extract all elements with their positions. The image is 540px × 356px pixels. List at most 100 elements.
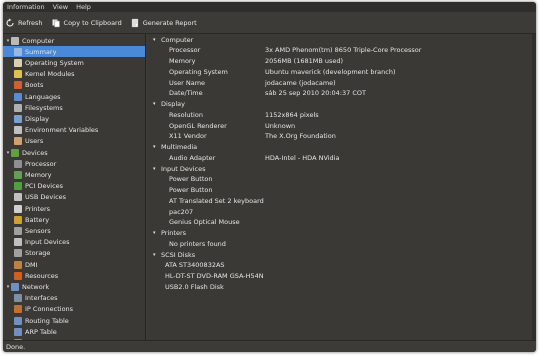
sidebar-item-usb-devices[interactable]: USB Devices [3,192,145,203]
sidebar-item-network[interactable]: ▾ Network [3,281,145,292]
sidebar-item-label: Input Devices [25,238,70,247]
sidebar-item-label: Computer [22,36,55,45]
sidebar-item-memory[interactable]: Memory [3,169,145,180]
menu-bar: Information View Help [3,2,536,12]
sidebar-item-filesystems[interactable]: Filesystems [3,102,145,113]
sidebar-item-languages[interactable]: Languages [3,91,145,102]
refresh-label: Refresh [18,18,43,27]
os-icon [14,58,22,67]
status-text: Done. [6,342,26,351]
filesystems-icon [14,103,22,112]
computer-icon [11,36,19,45]
section-expander-icon[interactable]: ▾ [153,37,156,43]
detail-item: pac207 [148,206,536,217]
detail-item: ATA ST3400832AS [148,260,536,271]
arp-table-icon [14,327,22,336]
detail-value: HDA-Intel - HDA NVidia [265,153,340,162]
section-title: SCSI Disks [161,250,196,259]
detail-value: Unknown [265,121,296,130]
sidebar-item-label: Sensors [25,226,51,235]
sidebar-item-input-devices[interactable]: Input Devices [3,237,145,248]
detail-item: AT Translated Set 2 keyboard [148,195,536,206]
sidebar-item-interfaces[interactable]: Interfaces [3,293,145,304]
detail-key: X11 Vendor [169,132,207,141]
sidebar-tree[interactable]: ▾ Computer Summary Operating System Kernel M… [3,34,146,341]
sidebar-item-summary[interactable]: Summary [3,46,145,58]
details-panel[interactable]: ▾ Computer Processor 3x AMD Phenom(tm) 8650… [148,34,536,341]
section-expander-icon[interactable]: ▾ [153,166,156,172]
detail-key: USB2.0 Flash Disk [165,282,224,291]
sidebar-item-dmi[interactable]: DMI [3,259,145,270]
sidebar-item-storage[interactable]: Storage [3,248,145,259]
ip-connections-icon [14,305,22,314]
sidebar-item-routing-table[interactable]: Routing Table [3,315,145,326]
generate-report-button[interactable]: Generate Report [130,18,197,28]
detail-value: Ubuntu maverick (development branch) [265,67,396,76]
users-icon [14,137,22,146]
kernel-icon [14,70,22,79]
section-header: ▾ Display [148,99,536,110]
detail-value: The X.Org Foundation [265,132,336,141]
detail-key: Resolution [169,110,203,119]
detail-row: Audio Adapter HDA-Intel - HDA NVidia [148,152,536,163]
sidebar-item-label: Memory [25,170,52,179]
detail-row: Memory 2056MB (1681MB used) [148,56,536,67]
sidebar-item-users[interactable]: Users [3,136,145,147]
summary-icon [14,47,22,56]
sidebar-item-label: Operating System [25,58,84,67]
sidebar-item-label: Languages [25,92,61,101]
menu-help[interactable]: Help [72,2,95,12]
sidebar-item-battery[interactable]: Battery [3,214,145,225]
detail-value: 3x AMD Phenom(tm) 8650 Triple-Core Proce… [265,46,422,55]
sidebar-item-operating-system[interactable]: Operating System [3,57,145,68]
interfaces-icon [14,294,22,303]
sidebar-item-label: ARP Table [25,327,57,336]
section-expander-icon[interactable]: ▾ [153,252,156,258]
languages-icon [14,92,22,101]
sidebar-item-environment-variables[interactable]: Environment Variables [3,125,145,136]
resources-icon [14,271,22,280]
detail-value: jodacame (jodacame) [265,78,336,87]
sidebar-item-display[interactable]: Display [3,113,145,124]
detail-key: Power Button [169,186,213,194]
detail-row: OpenGL Renderer Unknown [148,120,536,131]
detail-row: Date/Time sáb 25 sep 2010 20:04:37 COT [148,88,536,99]
sidebar-item-kernel-modules[interactable]: Kernel Modules [3,69,145,80]
sidebar-item-ip-connections[interactable]: IP Connections [3,304,145,315]
detail-item: Genius Optical Mouse [148,217,536,228]
sidebar-item-label: PCI Devices [25,182,64,191]
sidebar-item-computer[interactable]: ▾ Computer [3,35,145,46]
copy-to-clipboard-button[interactable]: Copy to Clipboard [51,18,122,28]
usb-icon [14,193,22,202]
section-expander-icon[interactable]: ▾ [153,101,156,107]
detail-key: Processor [169,46,201,55]
menu-view[interactable]: View [49,2,72,12]
status-bar: Done. [3,340,536,352]
report-label: Generate Report [142,18,197,27]
sidebar-item-pci-devices[interactable]: PCI Devices [3,181,145,192]
refresh-button[interactable]: Refresh [5,18,43,28]
detail-row: Operating System Ubuntu maverick (develop… [148,66,536,77]
sidebar-item-resources[interactable]: Resources [3,270,145,281]
section-expander-icon[interactable]: ▾ [153,230,156,236]
section-header: ▾ Computer [148,34,536,45]
section-title: Display [161,100,185,108]
sidebar-item-arp-table[interactable]: ARP Table [3,326,145,337]
sensors-icon [14,226,22,235]
toolbar: Refresh Copy to Clipboard Generate Repor… [3,12,536,34]
sidebar-item-devices[interactable]: ▾ Devices [3,147,145,158]
detail-key: HL-DT-ST DVD-RAM GSA-H54N [165,272,264,280]
report-icon [130,18,140,28]
detail-row: X11 Vendor The X.Org Foundation [148,131,536,142]
sidebar-item-sensors[interactable]: Sensors [3,225,145,236]
detail-key: pac207 [169,207,194,216]
sidebar-item-processor[interactable]: Processor [3,158,145,169]
sidebar-item-label: DMI [25,260,38,269]
section-expander-icon[interactable]: ▾ [153,144,156,150]
input-devices-icon [14,238,22,247]
menu-information[interactable]: Information [3,2,49,12]
sidebar-item-printers[interactable]: Printers [3,203,145,214]
sidebar-item-boots[interactable]: Boots [3,80,145,91]
section-header: ▾ Input Devices [148,163,536,174]
sidebar-item-label: IP Connections [25,305,74,314]
